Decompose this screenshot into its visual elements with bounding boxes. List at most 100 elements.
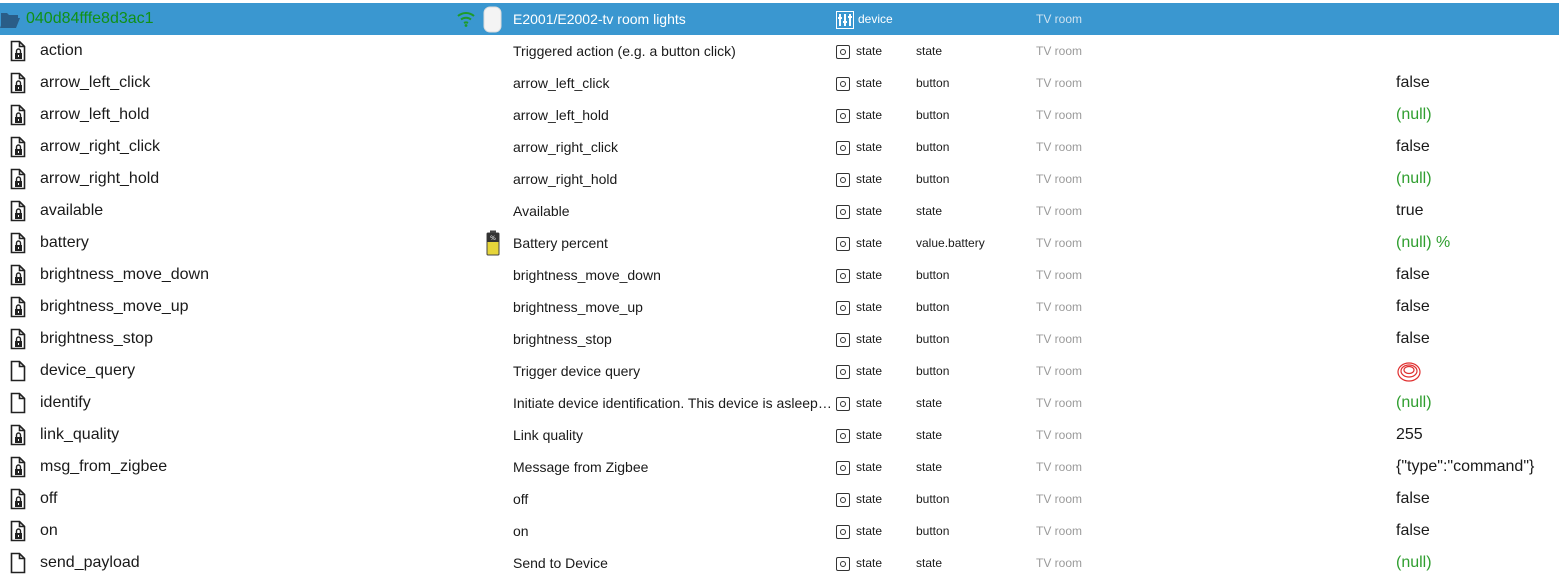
state-description: brightness_move_up [513, 299, 643, 315]
state-type: state [836, 259, 916, 291]
state-row-send_payload[interactable]: send_payload Send to Device state state TV r… [0, 547, 1559, 579]
push-button-icon[interactable] [1396, 355, 1536, 387]
state-type-icon [836, 108, 850, 123]
state-row-brightness_stop[interactable]: brightness_stop brightness_stop state butto… [0, 323, 1559, 355]
state-row-link_quality[interactable]: link_quality Link quality state state TV roo… [0, 419, 1559, 451]
state-row-on[interactable]: on on state button TV room false [0, 515, 1559, 547]
state-name: device_query [40, 362, 136, 379]
state-row-arrow_left_hold[interactable]: arrow_left_hold arrow_left_hold state butto… [0, 99, 1559, 131]
state-type-icon [836, 44, 850, 59]
state-value[interactable]: false [1396, 131, 1536, 163]
state-role: button [916, 300, 950, 314]
state-type: state [836, 419, 916, 451]
state-row-available[interactable]: available Available state state TV room true [0, 195, 1559, 227]
state-description: Triggered action (e.g. a button click) [513, 43, 736, 59]
device-type-label: device [858, 12, 893, 26]
state-row-battery[interactable]: battery% Battery percent state value.batter… [0, 227, 1559, 259]
state-name: send_payload [40, 554, 140, 571]
state-room: TV room [1036, 172, 1083, 186]
state-type-label: state [856, 268, 883, 282]
state-type-label: state [856, 460, 883, 474]
state-role: state [916, 460, 943, 474]
state-room: TV room [1036, 460, 1083, 474]
state-row-brightness_move_down[interactable]: brightness_move_down brightness_move_down… [0, 259, 1559, 291]
state-type-icon [836, 204, 850, 219]
state-type: state [836, 99, 916, 131]
device-header-row[interactable]: 040d84fffe8d3ac1 E2001/E2002-tv room lig… [0, 3, 1559, 35]
state-name: arrow_right_click [40, 138, 161, 155]
file-lock-icon [10, 163, 30, 195]
state-type-label: state [856, 556, 883, 570]
state-description: Initiate device identification. This dev… [513, 395, 835, 411]
state-row-off[interactable]: off off state button TV room false [0, 483, 1559, 515]
state-type-icon [836, 460, 850, 475]
state-row-device_query[interactable]: device_query Trigger device query state but… [0, 355, 1559, 387]
state-value[interactable]: false [1396, 259, 1536, 291]
state-type-icon [836, 236, 850, 251]
state-role: state [916, 556, 943, 570]
state-value[interactable] [1396, 35, 1536, 67]
state-type: state [836, 291, 916, 323]
state-type: state [836, 547, 916, 579]
state-row-action[interactable]: action Triggered action (e.g. a button cl… [0, 35, 1559, 67]
state-row-arrow_right_click[interactable]: arrow_right_click arrow_right_click state b… [0, 131, 1559, 163]
state-row-arrow_left_click[interactable]: arrow_left_click arrow_left_click state but… [0, 67, 1559, 99]
state-name: brightness_move_down [40, 266, 209, 283]
file-lock-icon [10, 35, 30, 67]
device-type: device [836, 3, 916, 35]
state-row-identify[interactable]: identify Initiate device identification. … [0, 387, 1559, 419]
state-name: on [40, 522, 58, 539]
state-role: button [916, 172, 950, 186]
state-value[interactable]: false [1396, 515, 1536, 547]
state-type-label: state [856, 236, 883, 250]
battery-icon: % [486, 227, 508, 259]
device-type-icon [836, 10, 854, 29]
state-type-label: state [856, 492, 883, 506]
state-type: state [836, 35, 916, 67]
state-value[interactable]: true [1396, 195, 1536, 227]
state-value[interactable]: (null) [1396, 163, 1536, 195]
state-value[interactable]: (null) [1396, 547, 1536, 579]
file-lock-icon [10, 195, 30, 227]
state-type-label: state [856, 44, 883, 58]
state-description: on [513, 523, 529, 539]
state-name: available [40, 202, 104, 219]
state-value[interactable]: {"type":"command"} [1396, 451, 1536, 483]
state-row-brightness_move_up[interactable]: brightness_move_up brightness_move_up stat… [0, 291, 1559, 323]
state-row-arrow_right_hold[interactable]: arrow_right_hold arrow_right_hold state but… [0, 163, 1559, 195]
file-lock-icon [10, 419, 30, 451]
file-lock-icon [10, 227, 30, 259]
state-value[interactable]: (null) [1396, 99, 1536, 131]
state-type-label: state [856, 364, 883, 378]
state-room: TV room [1036, 204, 1083, 218]
state-row-msg_from_zigbee[interactable]: msg_from_zigbee Message from Zigbee state s… [0, 451, 1559, 483]
state-value[interactable]: false [1396, 483, 1536, 515]
state-description: Available [513, 203, 570, 219]
state-name: identify [40, 394, 91, 411]
state-type-icon [836, 524, 850, 539]
state-type-label: state [856, 140, 883, 154]
state-type: state [836, 451, 916, 483]
state-description: off [513, 491, 529, 507]
state-value[interactable]: 255 [1396, 419, 1536, 451]
state-type-label: state [856, 524, 883, 538]
state-value[interactable]: false [1396, 323, 1536, 355]
state-type: state [836, 515, 916, 547]
state-role: state [916, 204, 943, 218]
file-lock-icon [10, 483, 30, 515]
folder-open-icon[interactable] [0, 3, 20, 35]
state-value[interactable]: (null) % [1396, 227, 1536, 259]
state-type-label: state [856, 332, 883, 346]
state-type: state [836, 483, 916, 515]
state-value[interactable]: (null) [1396, 387, 1536, 419]
state-room: TV room [1036, 556, 1083, 570]
state-type-icon [836, 396, 850, 411]
state-value[interactable]: false [1396, 291, 1536, 323]
wifi-signal-icon [456, 3, 476, 35]
state-value[interactable]: false [1396, 67, 1536, 99]
state-room: TV room [1036, 300, 1083, 314]
state-description: brightness_stop [513, 331, 612, 347]
state-role: button [916, 108, 950, 122]
state-role: button [916, 268, 950, 282]
device-name: E2001/E2002-tv room lights [513, 11, 686, 27]
